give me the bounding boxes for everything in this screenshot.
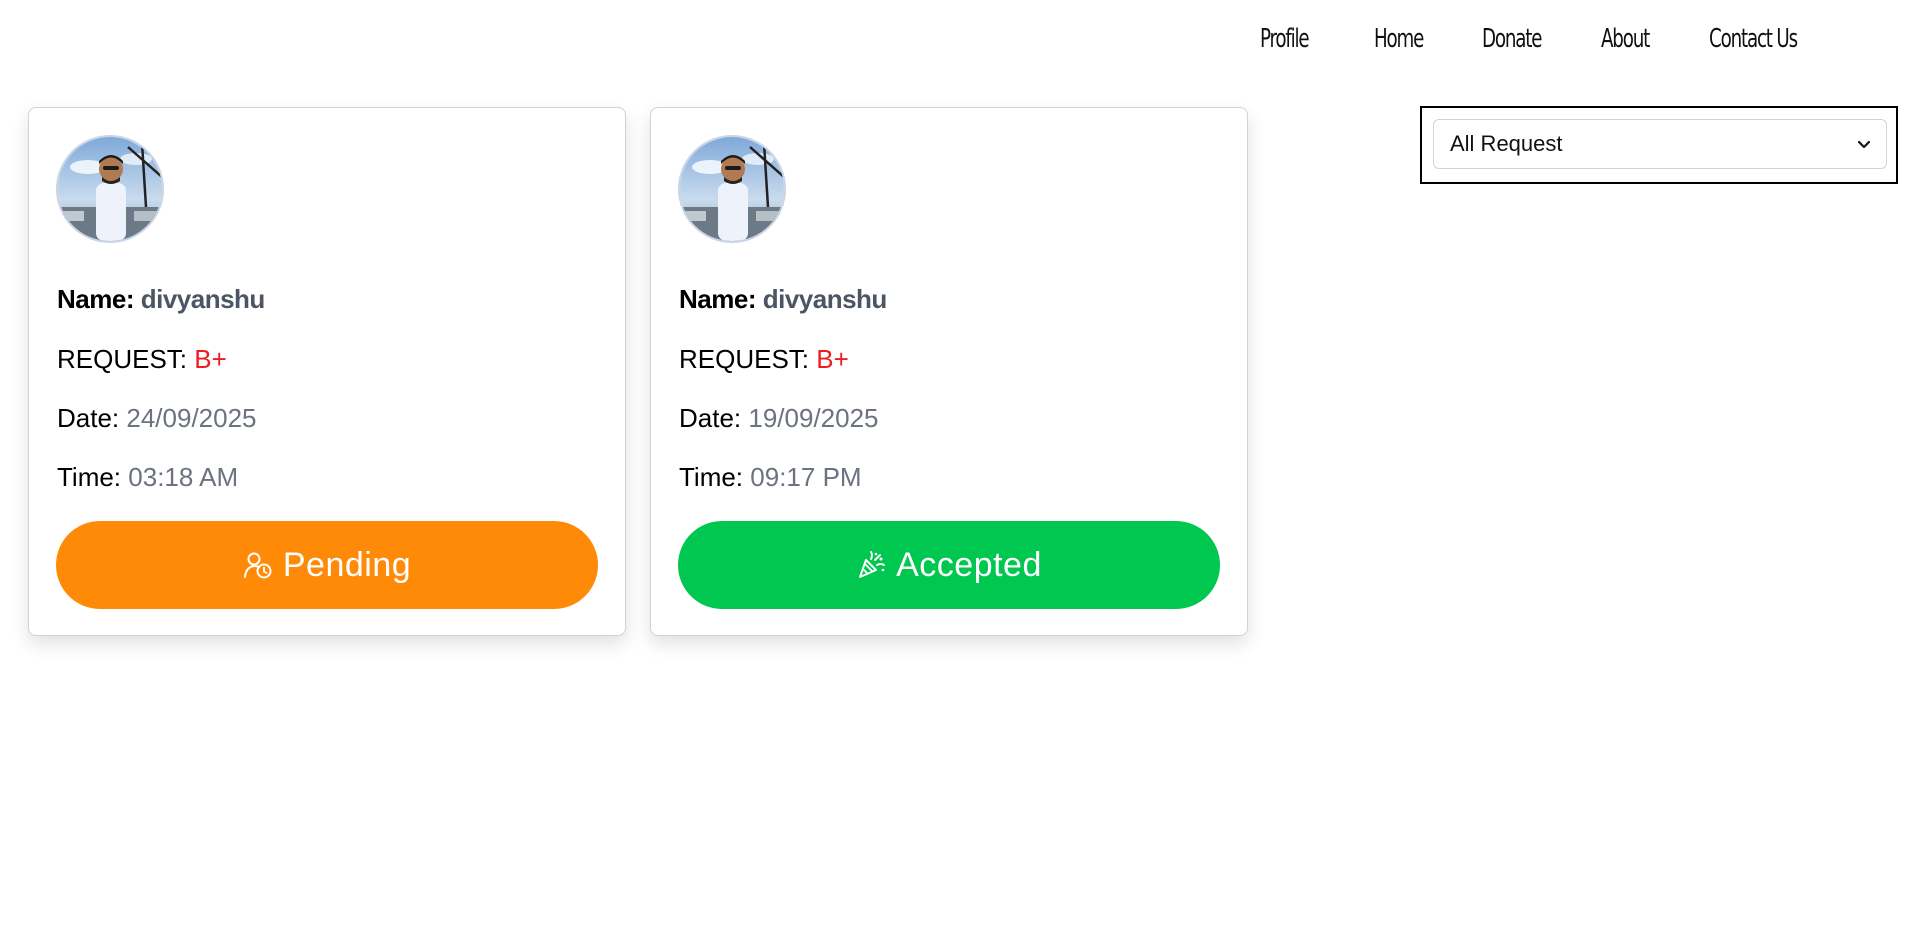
blood-group-value: B+ [194, 344, 227, 374]
nav-contact-link[interactable]: Contact Us [1709, 18, 1810, 60]
request-filter-container: All Request [1420, 106, 1898, 184]
nav-profile-link[interactable]: Profile [1260, 18, 1349, 60]
date-value: 19/09/2025 [748, 403, 879, 433]
user-clock-icon [243, 552, 272, 579]
page: Profile Home Donate About Contact Us All… [0, 0, 1919, 949]
top-nav: Profile Home Donate About Contact Us [1260, 18, 1839, 60]
name-value: divyanshu [140, 284, 266, 314]
name-label: Name: [679, 284, 756, 314]
nav-about-link[interactable]: About [1601, 18, 1685, 60]
nav-home-link[interactable]: Home [1374, 18, 1458, 60]
status-label: Accepted [896, 545, 1042, 584]
party-popper-icon [859, 551, 886, 578]
request-card: Name: divyanshu REQUEST: B+ Date: 19/09/… [650, 107, 1248, 636]
request-label: REQUEST: [679, 344, 810, 374]
request-filter-select[interactable]: All Request [1433, 119, 1887, 169]
request-label: REQUEST: [57, 344, 188, 374]
chevron-down-icon [1857, 140, 1871, 149]
avatar [678, 135, 786, 243]
avatar [56, 135, 164, 243]
blood-group-value: B+ [816, 344, 849, 374]
requester-name: Name: divyanshu [679, 284, 887, 315]
user-photo [58, 137, 162, 241]
blood-request: REQUEST: B+ [679, 344, 849, 375]
user-photo [680, 137, 784, 241]
time-label: Time: [57, 462, 122, 492]
request-cards: Name: divyanshu REQUEST: B+ Date: 24/09/… [28, 107, 1248, 636]
request-time: Time: 09:17 PM [679, 462, 862, 493]
date-value: 24/09/2025 [126, 403, 257, 433]
blood-request: REQUEST: B+ [57, 344, 227, 375]
requester-name: Name: divyanshu [57, 284, 265, 315]
date-label: Date: [57, 403, 120, 433]
pending-status-button[interactable]: Pending [56, 521, 598, 609]
request-filter-value: All Request [1450, 131, 1563, 156]
time-label: Time: [679, 462, 744, 492]
request-time: Time: 03:18 AM [57, 462, 238, 493]
request-card: Name: divyanshu REQUEST: B+ Date: 24/09/… [28, 107, 626, 636]
status-label: Pending [282, 545, 412, 584]
accepted-status-button[interactable]: Accepted [678, 521, 1220, 609]
request-date: Date: 24/09/2025 [57, 403, 257, 434]
time-value: 03:18 AM [128, 462, 239, 492]
time-value: 09:17 PM [750, 462, 862, 492]
name-value: divyanshu [762, 284, 888, 314]
name-label: Name: [57, 284, 134, 314]
request-date: Date: 19/09/2025 [679, 403, 879, 434]
date-label: Date: [679, 403, 742, 433]
nav-donate-link[interactable]: Donate [1482, 18, 1575, 60]
